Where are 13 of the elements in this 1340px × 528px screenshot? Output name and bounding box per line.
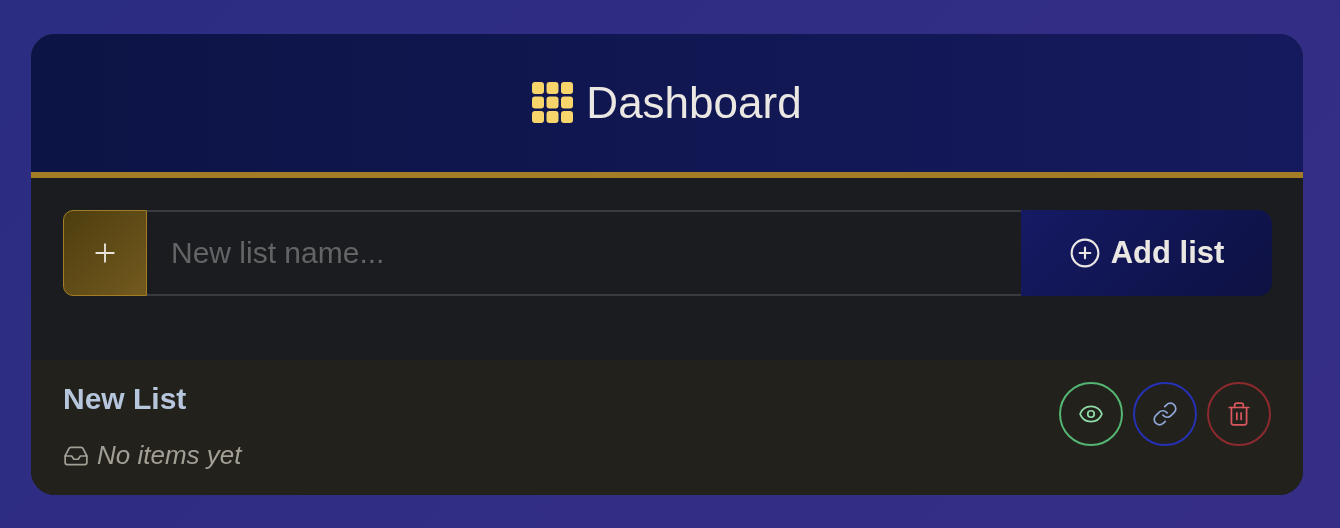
delete-button[interactable] <box>1207 382 1271 446</box>
grid-icon <box>532 82 575 124</box>
empty-text: No items yet <box>97 440 242 471</box>
circle-plus-icon <box>1068 237 1101 269</box>
plus-button[interactable] <box>63 210 147 296</box>
list-name-input[interactable]: New list name... <box>147 210 1021 296</box>
dashboard-title: Dashboard <box>586 78 802 128</box>
list-name: New List <box>63 382 188 416</box>
link-icon <box>1152 401 1178 427</box>
link-button[interactable] <box>1133 382 1197 446</box>
view-button[interactable] <box>1059 382 1123 446</box>
trash-icon <box>1226 401 1252 427</box>
add-list-button[interactable]: Add list <box>1021 210 1272 296</box>
